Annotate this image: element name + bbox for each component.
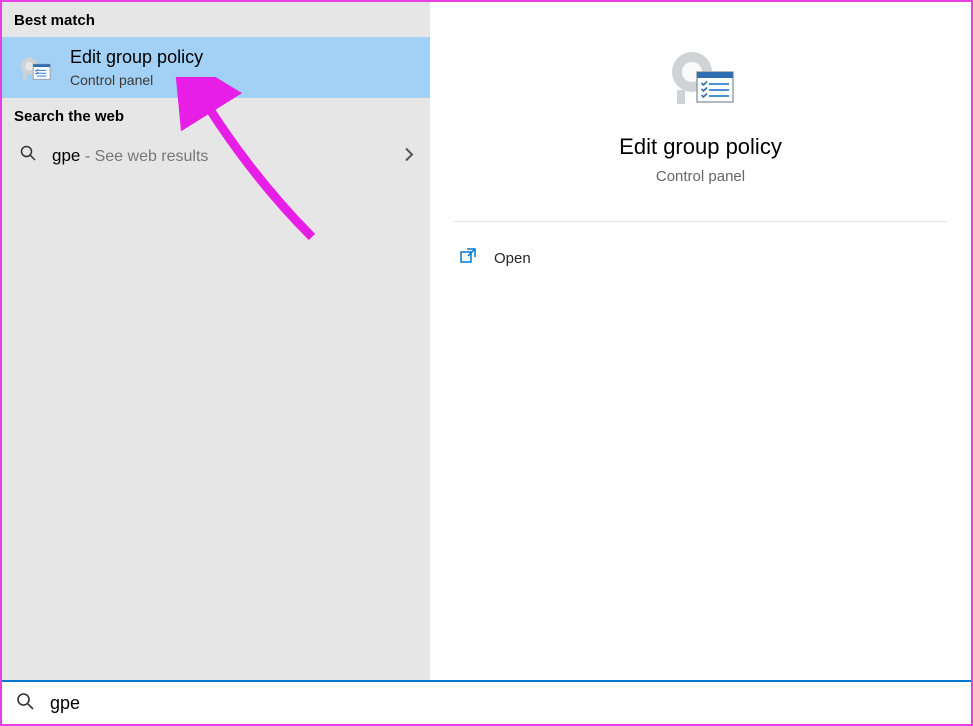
chevron-right-icon	[404, 145, 414, 166]
search-bar[interactable]	[2, 680, 971, 724]
best-match-result[interactable]: Edit group policy Control panel	[2, 37, 430, 98]
web-hint-text: - See web results	[80, 148, 208, 165]
best-match-header: Best match	[2, 2, 430, 37]
open-label: Open	[494, 250, 531, 267]
result-title: Edit group policy	[70, 47, 203, 68]
gpedit-icon	[20, 52, 52, 84]
preview-title: Edit group policy	[619, 134, 782, 160]
preview-pane: Edit group policy Control panel Open	[430, 2, 971, 680]
result-subtitle: Control panel	[70, 72, 203, 88]
gpedit-icon-large	[665, 42, 737, 114]
web-search-result[interactable]: gpe - See web results	[2, 133, 430, 178]
open-action[interactable]: Open	[460, 242, 941, 275]
search-icon	[20, 145, 36, 166]
results-pane: Best match Edit group policy	[2, 2, 430, 680]
preview-actions: Open	[430, 222, 971, 295]
search-web-header: Search the web	[2, 98, 430, 133]
search-input[interactable]	[50, 693, 957, 714]
web-query-text: gpe	[52, 146, 80, 165]
search-icon	[16, 692, 34, 715]
preview-header: Edit group policy Control panel	[454, 2, 947, 222]
open-icon	[460, 248, 476, 269]
result-text: Edit group policy Control panel	[70, 47, 203, 88]
search-results-window: Best match Edit group policy	[2, 2, 971, 680]
preview-subtitle: Control panel	[656, 168, 745, 185]
web-row-text: gpe - See web results	[52, 146, 208, 166]
